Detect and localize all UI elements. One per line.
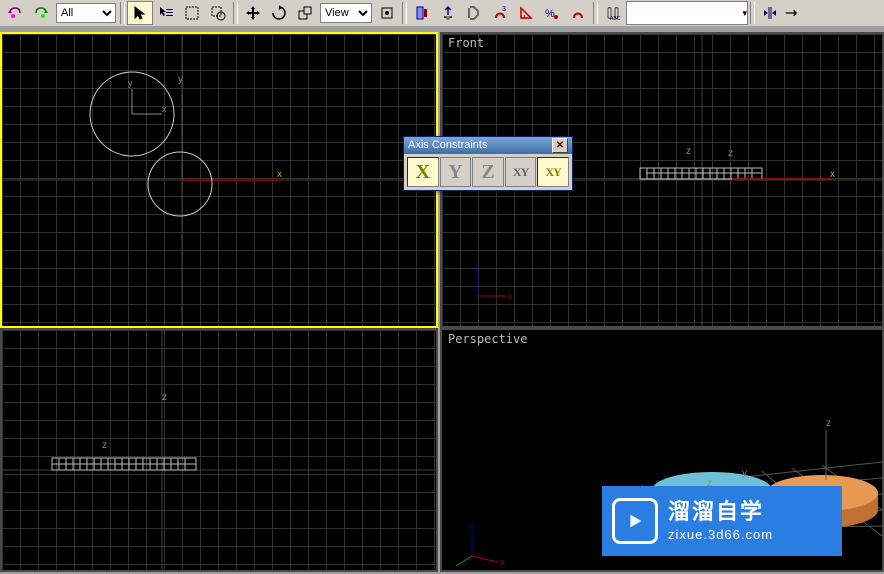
svg-text:x: x xyxy=(500,557,505,567)
svg-text:z: z xyxy=(469,520,474,530)
toolbar-separator xyxy=(402,2,407,24)
toolbar-separator xyxy=(233,2,238,24)
svg-text:%: % xyxy=(545,8,555,20)
axis-constraints-titlebar[interactable]: Axis Constraints ✕ xyxy=(404,137,572,154)
svg-text:y: y xyxy=(742,468,747,479)
axis-constraints-title: Axis Constraints xyxy=(408,137,487,154)
percent-snap-button[interactable]: % xyxy=(539,1,565,25)
axis-xy-button[interactable]: XY xyxy=(505,157,537,187)
axis-x-button[interactable]: X xyxy=(407,157,439,187)
play-icon xyxy=(612,498,658,544)
select-by-name-button[interactable] xyxy=(153,1,179,25)
main-toolbar: All View 3 % xyxy=(0,0,884,27)
svg-text:z: z xyxy=(826,418,831,429)
watermark-title: 溜溜自学 xyxy=(668,501,773,523)
axis-constraints-body: X Y Z XY XY xyxy=(404,154,572,190)
viewport-perspective[interactable]: Perspective xyxy=(440,328,884,572)
viewport-label: Front xyxy=(448,36,484,50)
keyboard-shortcut-button[interactable] xyxy=(435,1,461,25)
viewport-top[interactable]: x y x y xyxy=(0,32,438,328)
mirror-button[interactable] xyxy=(757,1,783,25)
axis-z-button[interactable]: Z xyxy=(472,157,504,187)
select-rotate-button[interactable] xyxy=(266,1,292,25)
toolbar-separator xyxy=(750,2,755,24)
snap-3d-button[interactable]: 3 xyxy=(487,1,513,25)
svg-text:3: 3 xyxy=(502,6,506,13)
viewport-left[interactable]: z z xyxy=(0,328,438,572)
selection-filter-dropdown[interactable]: All xyxy=(56,3,116,23)
select-move-button[interactable] xyxy=(240,1,266,25)
toolbar-separator xyxy=(593,2,598,24)
undo-button[interactable] xyxy=(2,1,28,25)
pivot-center-button[interactable] xyxy=(374,1,400,25)
named-selection-dropdown[interactable]: ▾ xyxy=(626,1,748,25)
snap-toggle-button[interactable] xyxy=(461,1,487,25)
grid xyxy=(2,330,436,570)
watermark-url: zixue.3d66.com xyxy=(668,527,773,542)
grid xyxy=(2,34,436,326)
spinner-snap-button[interactable] xyxy=(565,1,591,25)
select-scale-button[interactable] xyxy=(292,1,318,25)
toolbar-separator xyxy=(120,2,125,24)
viewport-area: x y x y Front xyxy=(0,26,884,574)
coord-system-dropdown[interactable]: View xyxy=(320,3,372,23)
close-button[interactable]: ✕ xyxy=(552,138,568,153)
axis-constraints-panel[interactable]: Axis Constraints ✕ X Y Z XY XY xyxy=(403,136,573,191)
angle-snap-button[interactable] xyxy=(513,1,539,25)
close-icon: ✕ xyxy=(556,141,564,150)
select-region-rect-button[interactable] xyxy=(179,1,205,25)
align-button[interactable] xyxy=(783,1,799,25)
manipulate-button[interactable] xyxy=(409,1,435,25)
axis-y-button[interactable]: Y xyxy=(440,157,472,187)
viewport-label: Perspective xyxy=(448,332,527,346)
named-selection-button[interactable]: ABC xyxy=(600,1,626,25)
redo-button[interactable] xyxy=(28,1,54,25)
svg-text:ABC: ABC xyxy=(610,16,621,21)
watermark: 溜溜自学 zixue.3d66.com xyxy=(602,486,842,556)
window-crossing-button[interactable] xyxy=(205,1,231,25)
axis-xy2-button[interactable]: XY xyxy=(537,157,569,187)
select-object-button[interactable] xyxy=(127,1,153,25)
